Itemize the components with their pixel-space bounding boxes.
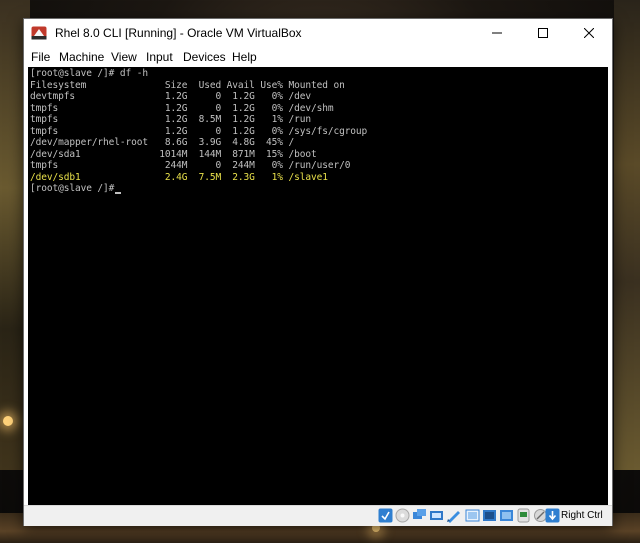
- terminal-output-line: tmpfs 1.2G 0 1.2G 0% /sys/fs/cgroup: [30, 125, 368, 137]
- usb-icon[interactable]: [429, 508, 444, 523]
- terminal-prompt: [root@slave /]#: [30, 183, 115, 194]
- vm-console-screen[interactable]: [root@slave /]# df -h Filesystem Size Us…: [28, 67, 608, 505]
- terminal-output-line: tmpfs 1.2G 0 1.2G 0% /dev/shm: [30, 102, 334, 114]
- host-key-label: Right Ctrl: [561, 510, 603, 521]
- terminal-output-line: devtmpfs 1.2G 0 1.2G 0% /dev: [30, 91, 311, 102]
- minimize-button[interactable]: [474, 19, 520, 47]
- menu-help[interactable]: Help: [232, 50, 257, 64]
- terminal-output-line: tmpfs 1.2G 8.5M 1.2G 1% /run: [30, 114, 311, 125]
- status-bar: Right Ctrl: [24, 505, 612, 526]
- virtualbox-vm-icon: [31, 26, 47, 40]
- network-icon[interactable]: [412, 508, 427, 523]
- audio-icon[interactable]: [395, 508, 410, 523]
- menu-file[interactable]: File: [31, 50, 50, 64]
- desktop-background-right: [614, 0, 640, 470]
- optical-drive-icon[interactable]: [378, 508, 393, 523]
- cpu-icon[interactable]: [499, 508, 514, 523]
- close-icon: [584, 28, 594, 38]
- title-bar[interactable]: Rhel 8.0 CLI [Running] - Oracle VM Virtu…: [24, 19, 612, 47]
- minimize-icon: [492, 32, 502, 34]
- terminal-output-line: tmpfs 244M 0 244M 0% /run/user/0: [30, 160, 351, 171]
- video-capture-icon[interactable]: [482, 508, 497, 523]
- terminal-header-line: Filesystem Size Used Avail Use% Mounted …: [30, 79, 345, 91]
- menu-machine[interactable]: Machine: [59, 50, 104, 64]
- menu-input[interactable]: Input: [146, 50, 173, 64]
- terminal-highlighted-line: /dev/sdb1 2.4G 7.5M 2.3G 1% /slave1: [30, 171, 328, 183]
- close-button[interactable]: [566, 19, 612, 47]
- window-title: Rhel 8.0 CLI [Running] - Oracle VM Virtu…: [55, 26, 302, 40]
- mouse-integration-icon[interactable]: [516, 508, 531, 523]
- display-icon[interactable]: [465, 508, 480, 523]
- terminal-prompt-line: [root@slave /]#: [30, 183, 122, 194]
- maximize-icon: [538, 28, 548, 38]
- menu-devices[interactable]: Devices: [183, 50, 226, 64]
- terminal-cursor: [115, 192, 122, 194]
- terminal-output-line: /dev/mapper/rhel-root 8.6G 3.9G 4.8G 45%…: [30, 137, 295, 148]
- terminal-command-line: [root@slave /]# df -h: [30, 68, 149, 79]
- maximize-button[interactable]: [520, 19, 566, 47]
- background-lamp: [3, 416, 13, 426]
- shared-folder-icon[interactable]: [446, 508, 461, 523]
- menu-bar: File Machine View Input Devices Help: [24, 47, 612, 67]
- host-key-arrow-icon[interactable]: [545, 508, 560, 523]
- terminal-output-line: /dev/sda1 1014M 144M 871M 15% /boot: [30, 148, 317, 160]
- menu-view[interactable]: View: [111, 50, 137, 64]
- virtualbox-window: Rhel 8.0 CLI [Running] - Oracle VM Virtu…: [23, 18, 613, 526]
